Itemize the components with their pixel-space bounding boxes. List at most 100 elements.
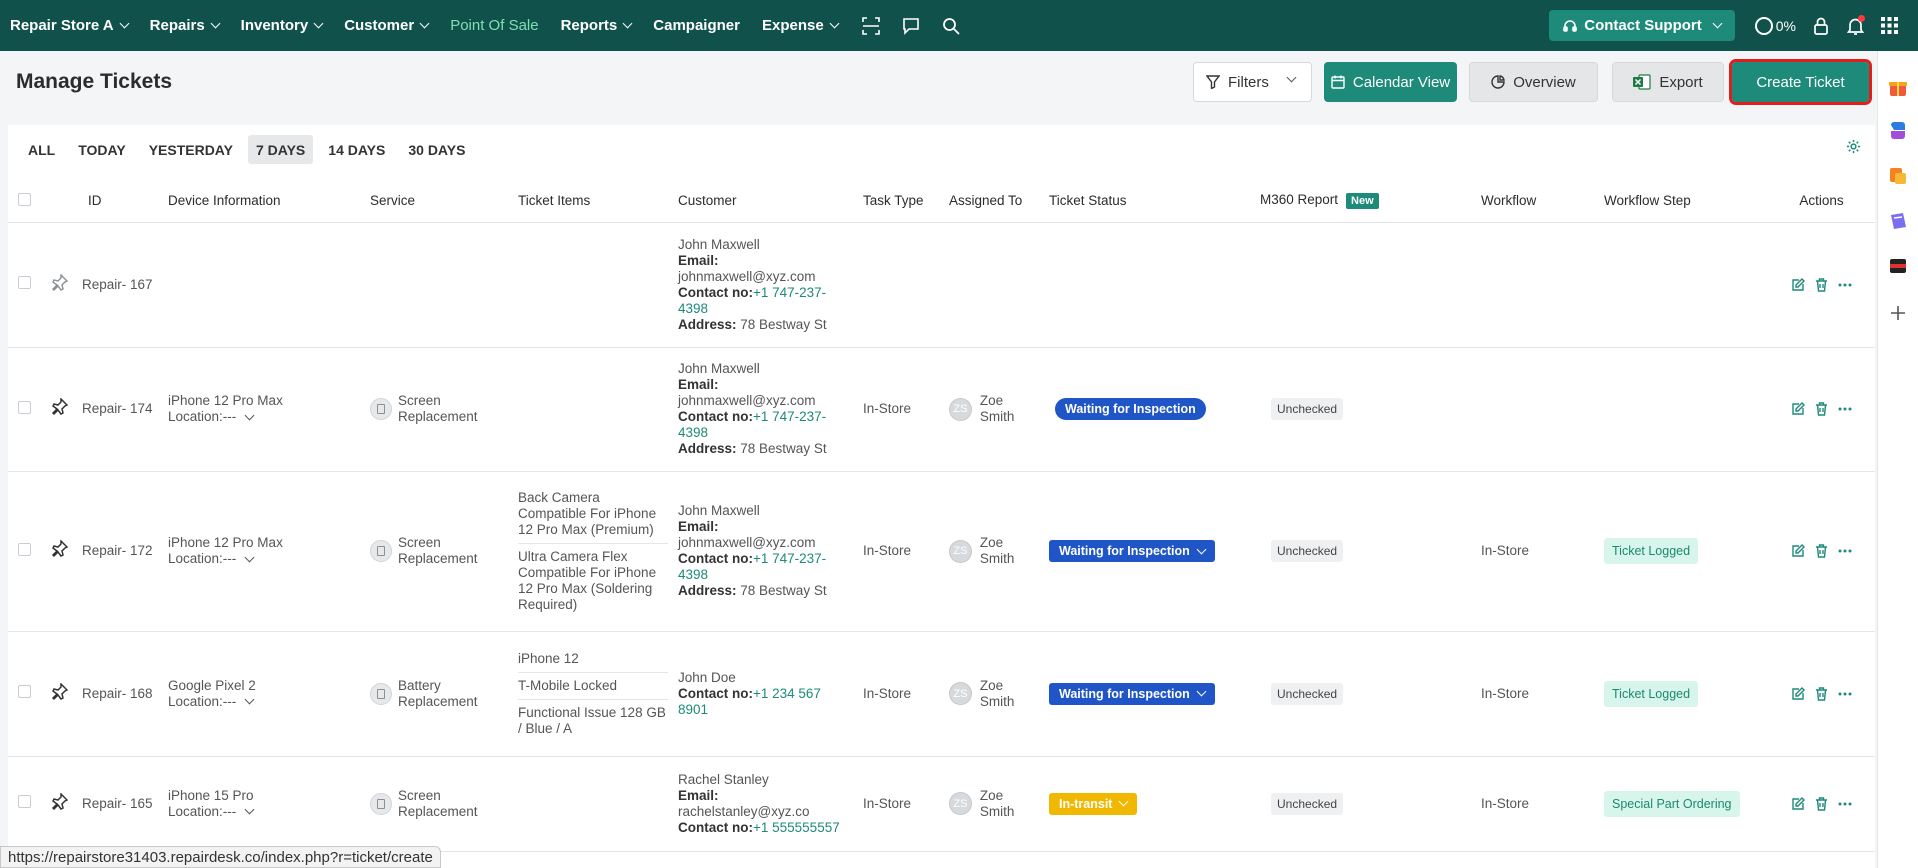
table-row[interactable]: Repair- 167 John Maxwell Email: johnmaxw… [8,222,1875,348]
pin-icon[interactable] [38,631,78,757]
edit-icon[interactable] [1791,277,1805,292]
trash-icon[interactable] [1815,544,1828,558]
office-icon[interactable] [1888,166,1908,186]
pin-icon[interactable] [38,347,78,472]
ticket-id[interactable]: Repair- 172 [78,471,164,632]
row-checkbox[interactable] [18,400,31,414]
assignee[interactable]: ZS Zoe Smith [949,393,1041,425]
nav-reports[interactable]: Reports [561,0,633,51]
calculator-icon[interactable] [1888,256,1908,276]
assignee[interactable]: ZS Zoe Smith [949,678,1041,710]
col-workflow[interactable]: Workflow [1477,180,1600,223]
assignee[interactable]: ZS Zoe Smith [949,535,1041,567]
edit-icon[interactable] [1791,686,1805,701]
customer-name[interactable]: Rachel Stanley [678,772,855,788]
col-ticket-status[interactable]: Ticket Status [1045,180,1255,223]
workflow-step-badge[interactable]: Special Part Ordering [1604,790,1740,817]
contact-support-button[interactable]: Contact Support [1549,10,1735,41]
customer-name[interactable]: John Maxwell [678,237,855,253]
status-dropdown[interactable]: Waiting for Inspection [1049,540,1215,562]
nav-customer[interactable]: Customer [344,0,430,51]
ticket-id[interactable]: Repair- 165 [78,756,164,852]
store-switcher[interactable]: Repair Store A [10,0,130,51]
assignee[interactable]: ZS Zoe Smith [949,788,1041,820]
copilot-icon[interactable] [1888,121,1908,141]
table-row[interactable]: Repair- 168 Google Pixel 2 Location:--- B… [8,631,1875,757]
ticket-id[interactable]: Repair- 174 [78,347,164,472]
device-name[interactable]: iPhone 12 Pro Max [168,535,362,551]
bell-icon[interactable] [1844,14,1866,37]
col-workflow-step[interactable]: Workflow Step [1600,180,1768,223]
customer-name[interactable]: John Maxwell [678,361,855,377]
status-badge[interactable]: Waiting for Inspection [1055,398,1206,420]
more-icon[interactable] [1838,802,1852,806]
more-icon[interactable] [1838,549,1852,553]
search-icon[interactable] [940,15,962,37]
workflow-step-badge[interactable]: Ticket Logged [1604,680,1699,707]
row-checkbox[interactable] [18,685,31,698]
table-row[interactable]: Repair- 172 iPhone 12 Pro Max Location:--… [8,471,1875,632]
trash-icon[interactable] [1815,402,1828,416]
nav-point-of-sale[interactable]: Point Of Sale [450,0,538,51]
ticket-id[interactable]: Repair- 167 [78,222,164,348]
tab-all[interactable]: ALL [20,135,63,164]
tab-14-days[interactable]: 14 DAYS [320,135,393,164]
create-ticket-button[interactable]: Create Ticket [1729,59,1872,105]
chevron-down-icon[interactable] [244,410,255,420]
tab-yesterday[interactable]: YESTERDAY [141,135,241,164]
trash-icon[interactable] [1815,796,1828,811]
col-device[interactable]: Device Information [164,180,366,223]
col-assigned-to[interactable]: Assigned To [945,180,1045,223]
chevron-down-icon[interactable] [244,694,255,705]
designer-icon[interactable] [1888,211,1908,231]
nav-repairs[interactable]: Repairs [150,0,221,51]
status-dropdown[interactable]: In-transit [1049,792,1138,815]
chevron-down-icon[interactable] [244,804,255,815]
col-ticket-items[interactable]: Ticket Items [514,180,674,223]
pin-icon[interactable] [38,756,78,852]
customer-name[interactable]: John Doe [678,670,855,686]
chevron-down-icon[interactable] [244,552,255,562]
trash-icon[interactable] [1815,277,1828,292]
trash-icon[interactable] [1815,686,1828,701]
select-all-checkbox[interactable] [18,192,31,206]
apps-grid-icon[interactable] [1878,15,1900,37]
col-m360-report[interactable]: M360 Report New [1255,180,1477,223]
workflow-step-badge[interactable]: Ticket Logged [1604,538,1699,564]
chat-icon[interactable] [900,15,922,37]
nav-expense[interactable]: Expense [762,0,840,51]
plus-icon[interactable] [1888,303,1908,323]
col-task-type[interactable]: Task Type [859,180,945,223]
nav-inventory[interactable]: Inventory [241,0,324,51]
ticket-id[interactable]: Repair- 168 [78,631,164,757]
customer-name[interactable]: John Maxwell [678,503,855,519]
pin-icon[interactable] [38,471,78,632]
nav-campaigner[interactable]: Campaigner [653,0,740,51]
export-button[interactable]: Export [1612,62,1724,102]
tab-7-days[interactable]: 7 DAYS [247,135,314,164]
more-icon[interactable] [1838,283,1852,287]
tab-30-days[interactable]: 30 DAYS [400,135,473,164]
col-customer[interactable]: Customer [674,180,859,223]
row-checkbox[interactable] [18,276,31,289]
lock-icon[interactable] [1810,15,1832,37]
col-id[interactable]: ID [78,180,164,223]
col-service[interactable]: Service [366,180,514,223]
table-row[interactable]: Repair- 165 iPhone 15 Pro Location:--- Sc… [8,756,1875,852]
pin-icon[interactable] [38,222,78,348]
more-icon[interactable] [1838,692,1852,696]
row-checkbox[interactable] [18,542,31,556]
gift-icon[interactable] [1888,77,1908,97]
filters-button[interactable]: Filters [1193,62,1312,102]
customer-phone[interactable]: +1 555555557 [753,820,840,835]
more-icon[interactable] [1838,407,1852,411]
device-name[interactable]: iPhone 12 Pro Max [168,393,362,409]
gear-icon[interactable] [1846,139,1861,157]
edit-icon[interactable] [1791,402,1805,416]
scan-icon[interactable] [860,15,882,37]
tab-today[interactable]: TODAY [70,135,133,164]
edit-icon[interactable] [1791,544,1805,558]
overview-button[interactable]: Overview [1469,62,1598,102]
edit-icon[interactable] [1791,796,1805,811]
status-dropdown[interactable]: Waiting for Inspection [1049,682,1215,705]
